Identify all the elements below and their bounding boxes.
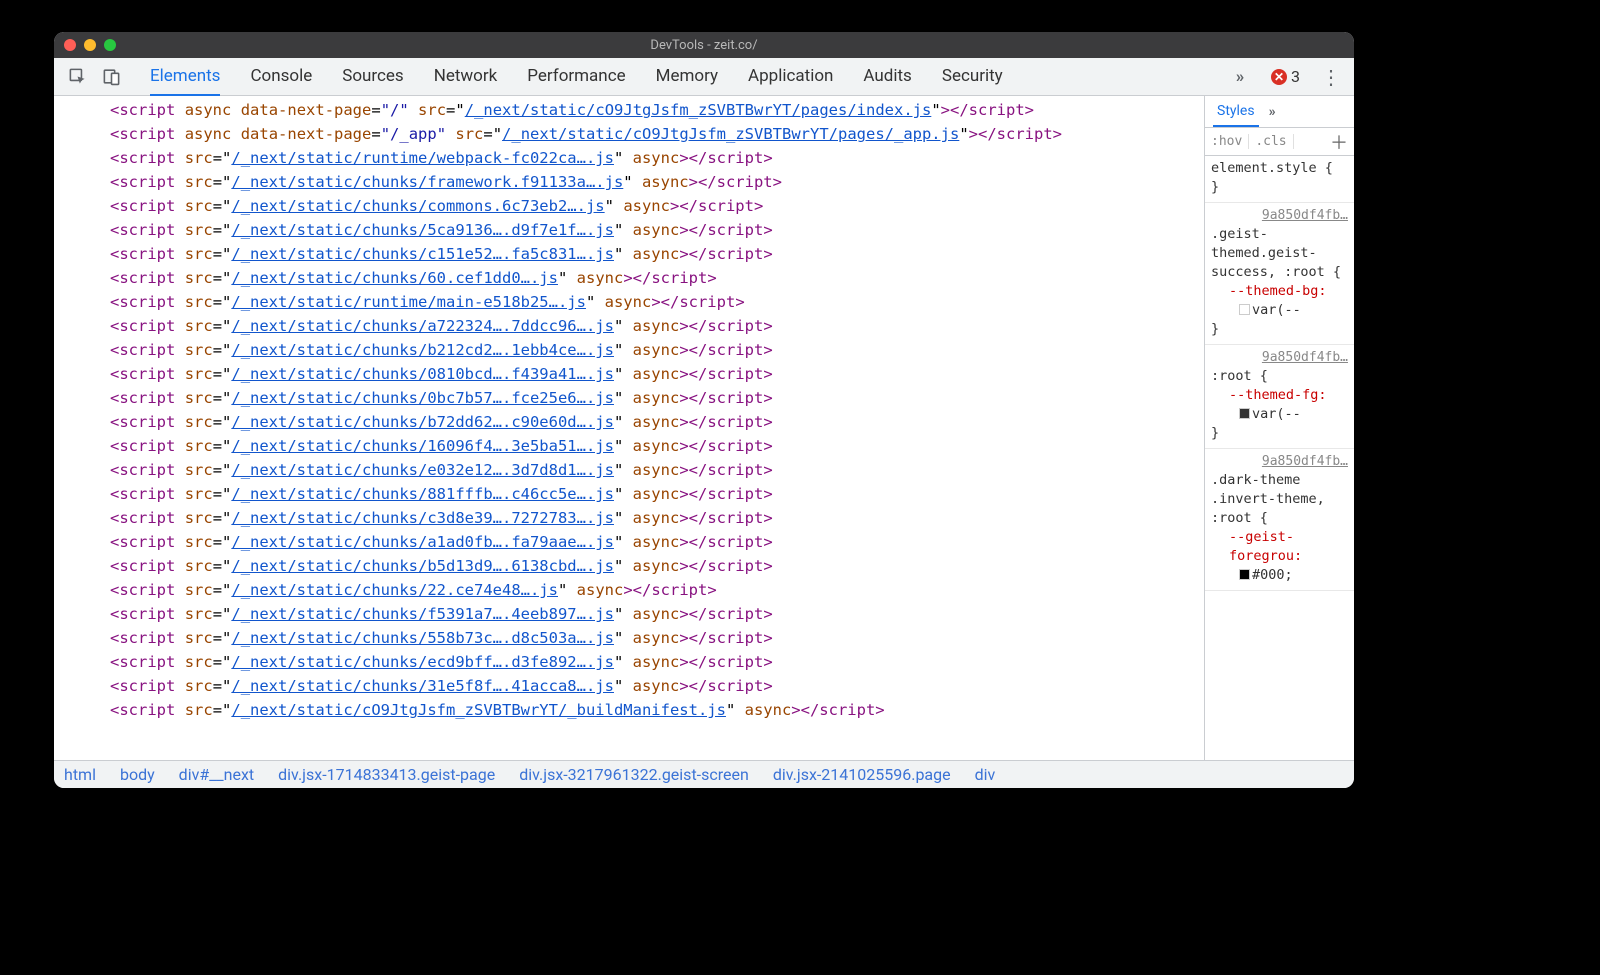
dom-node-script[interactable]: <script src="/_next/static/chunks/22.ce7… bbox=[110, 578, 1204, 602]
breadcrumb-item[interactable]: div.jsx-3217961322.geist-screen bbox=[519, 765, 749, 784]
dom-node-script[interactable]: <script src="/_next/static/runtime/main-… bbox=[110, 290, 1204, 314]
devtools-tabs: Elements Console Sources Network Performance… bbox=[150, 58, 1217, 96]
more-tabs-icon[interactable]: » bbox=[1225, 62, 1255, 92]
tab-network[interactable]: Network bbox=[434, 58, 498, 96]
dom-node-script[interactable]: <script src="/_next/static/chunks/c151e5… bbox=[110, 242, 1204, 266]
error-count-value: 3 bbox=[1291, 67, 1300, 86]
settings-menu-icon[interactable]: ⋮ bbox=[1316, 62, 1346, 92]
error-count[interactable]: ✕ 3 bbox=[1271, 67, 1300, 86]
window-title: DevTools - zeit.co/ bbox=[54, 38, 1354, 53]
more-sidebar-tabs-icon[interactable]: » bbox=[1269, 104, 1276, 120]
dom-node-script[interactable]: <script src="/_next/static/chunks/f5391a… bbox=[110, 602, 1204, 626]
dom-node-script[interactable]: <script async data-next-page="/" src="/_… bbox=[110, 98, 1204, 122]
device-toolbar-icon[interactable] bbox=[96, 62, 126, 92]
dom-node-script[interactable]: <script src="/_next/static/runtime/webpa… bbox=[110, 146, 1204, 170]
breadcrumb-item[interactable]: body bbox=[120, 765, 155, 784]
dom-node-script[interactable]: <script src="/_next/static/chunks/a1ad0f… bbox=[110, 530, 1204, 554]
dom-node-script[interactable]: <script src="/_next/static/chunks/5ca913… bbox=[110, 218, 1204, 242]
style-rule[interactable]: 9a850df4fb….dark-theme .invert-theme, :r… bbox=[1205, 449, 1354, 591]
hover-toggle[interactable]: :hov bbox=[1205, 134, 1249, 149]
dom-node-script[interactable]: <script async data-next-page="/_app" src… bbox=[110, 122, 1204, 146]
style-rule[interactable]: 9a850df4fb…:root {--themed-fg:var(--} bbox=[1205, 345, 1354, 449]
dom-node-script[interactable]: <script src="/_next/static/chunks/0bc7b5… bbox=[110, 386, 1204, 410]
dom-node-script[interactable]: <script src="/_next/static/chunks/881fff… bbox=[110, 482, 1204, 506]
tab-security[interactable]: Security bbox=[942, 58, 1003, 96]
classes-toggle[interactable]: .cls bbox=[1249, 134, 1293, 149]
styles-sidebar: Styles » :hov .cls ＋ element.style {}9a8… bbox=[1204, 96, 1354, 760]
dom-node-script[interactable]: <script src="/_next/static/chunks/0810bc… bbox=[110, 362, 1204, 386]
dom-node-script[interactable]: <script src="/_next/static/chunks/16096f… bbox=[110, 434, 1204, 458]
breadcrumb-item[interactable]: html bbox=[64, 765, 96, 784]
devtools-tabbar: Elements Console Sources Network Performance… bbox=[54, 58, 1354, 96]
tab-memory[interactable]: Memory bbox=[656, 58, 718, 96]
dom-node-script[interactable]: <script src="/_next/static/chunks/c3d8e3… bbox=[110, 506, 1204, 530]
dom-node-script[interactable]: <script src="/_next/static/chunks/framew… bbox=[110, 170, 1204, 194]
tab-styles[interactable]: Styles bbox=[1213, 97, 1259, 127]
inspect-element-icon[interactable] bbox=[62, 62, 92, 92]
dom-node-script[interactable]: <script src="/_next/static/cO9JtgJsfm_zS… bbox=[110, 698, 1204, 722]
dom-node-script[interactable]: <script src="/_next/static/chunks/e032e1… bbox=[110, 458, 1204, 482]
dom-node-script[interactable]: <script src="/_next/static/chunks/b212cd… bbox=[110, 338, 1204, 362]
dom-node-script[interactable]: <script src="/_next/static/chunks/b72dd6… bbox=[110, 410, 1204, 434]
zoom-window-button[interactable] bbox=[104, 39, 116, 51]
dom-node-script[interactable]: <script src="/_next/static/chunks/558b73… bbox=[110, 626, 1204, 650]
tab-performance[interactable]: Performance bbox=[527, 58, 625, 96]
dom-node-script[interactable]: <script src="/_next/static/chunks/common… bbox=[110, 194, 1204, 218]
new-rule-icon[interactable]: ＋ bbox=[1324, 129, 1354, 155]
sidebar-tabs: Styles » bbox=[1205, 96, 1354, 128]
style-rules[interactable]: element.style {}9a850df4fb….geist-themed… bbox=[1205, 156, 1354, 760]
close-window-button[interactable] bbox=[64, 39, 76, 51]
breadcrumb-item[interactable]: div.jsx-1714833413.geist-page bbox=[278, 765, 495, 784]
styles-filter-row: :hov .cls ＋ bbox=[1205, 128, 1354, 156]
tab-console[interactable]: Console bbox=[250, 58, 312, 96]
devtools-body: <script async data-next-page="/" src="/_… bbox=[54, 96, 1354, 760]
dom-node-script[interactable]: <script src="/_next/static/chunks/31e5f8… bbox=[110, 674, 1204, 698]
elements-panel[interactable]: <script async data-next-page="/" src="/_… bbox=[54, 96, 1204, 760]
breadcrumb-item[interactable]: div#__next bbox=[179, 765, 254, 784]
tab-elements[interactable]: Elements bbox=[150, 58, 220, 96]
breadcrumb-item[interactable]: div.jsx-2141025596.page bbox=[773, 765, 951, 784]
dom-node-script[interactable]: <script src="/_next/static/chunks/b5d13d… bbox=[110, 554, 1204, 578]
style-rule[interactable]: 9a850df4fb….geist-themed.geist-success, … bbox=[1205, 203, 1354, 345]
dom-node-script[interactable]: <script src="/_next/static/chunks/ecd9bf… bbox=[110, 650, 1204, 674]
dom-node-script[interactable]: <script src="/_next/static/chunks/a72232… bbox=[110, 314, 1204, 338]
window-controls bbox=[64, 39, 116, 51]
window-titlebar: DevTools - zeit.co/ bbox=[54, 32, 1354, 58]
breadcrumb-item[interactable]: div bbox=[975, 765, 996, 784]
devtools-window: DevTools - zeit.co/ Elements Console Sourc… bbox=[54, 32, 1354, 788]
dom-node-script[interactable]: <script src="/_next/static/chunks/60.cef… bbox=[110, 266, 1204, 290]
minimize-window-button[interactable] bbox=[84, 39, 96, 51]
tab-application[interactable]: Application bbox=[748, 58, 833, 96]
error-icon: ✕ bbox=[1271, 69, 1287, 85]
tab-sources[interactable]: Sources bbox=[342, 58, 403, 96]
tab-audits[interactable]: Audits bbox=[863, 58, 911, 96]
breadcrumb-bar[interactable]: html body div#__next div.jsx-1714833413.gei… bbox=[54, 760, 1354, 788]
style-rule[interactable]: element.style {} bbox=[1205, 156, 1354, 203]
